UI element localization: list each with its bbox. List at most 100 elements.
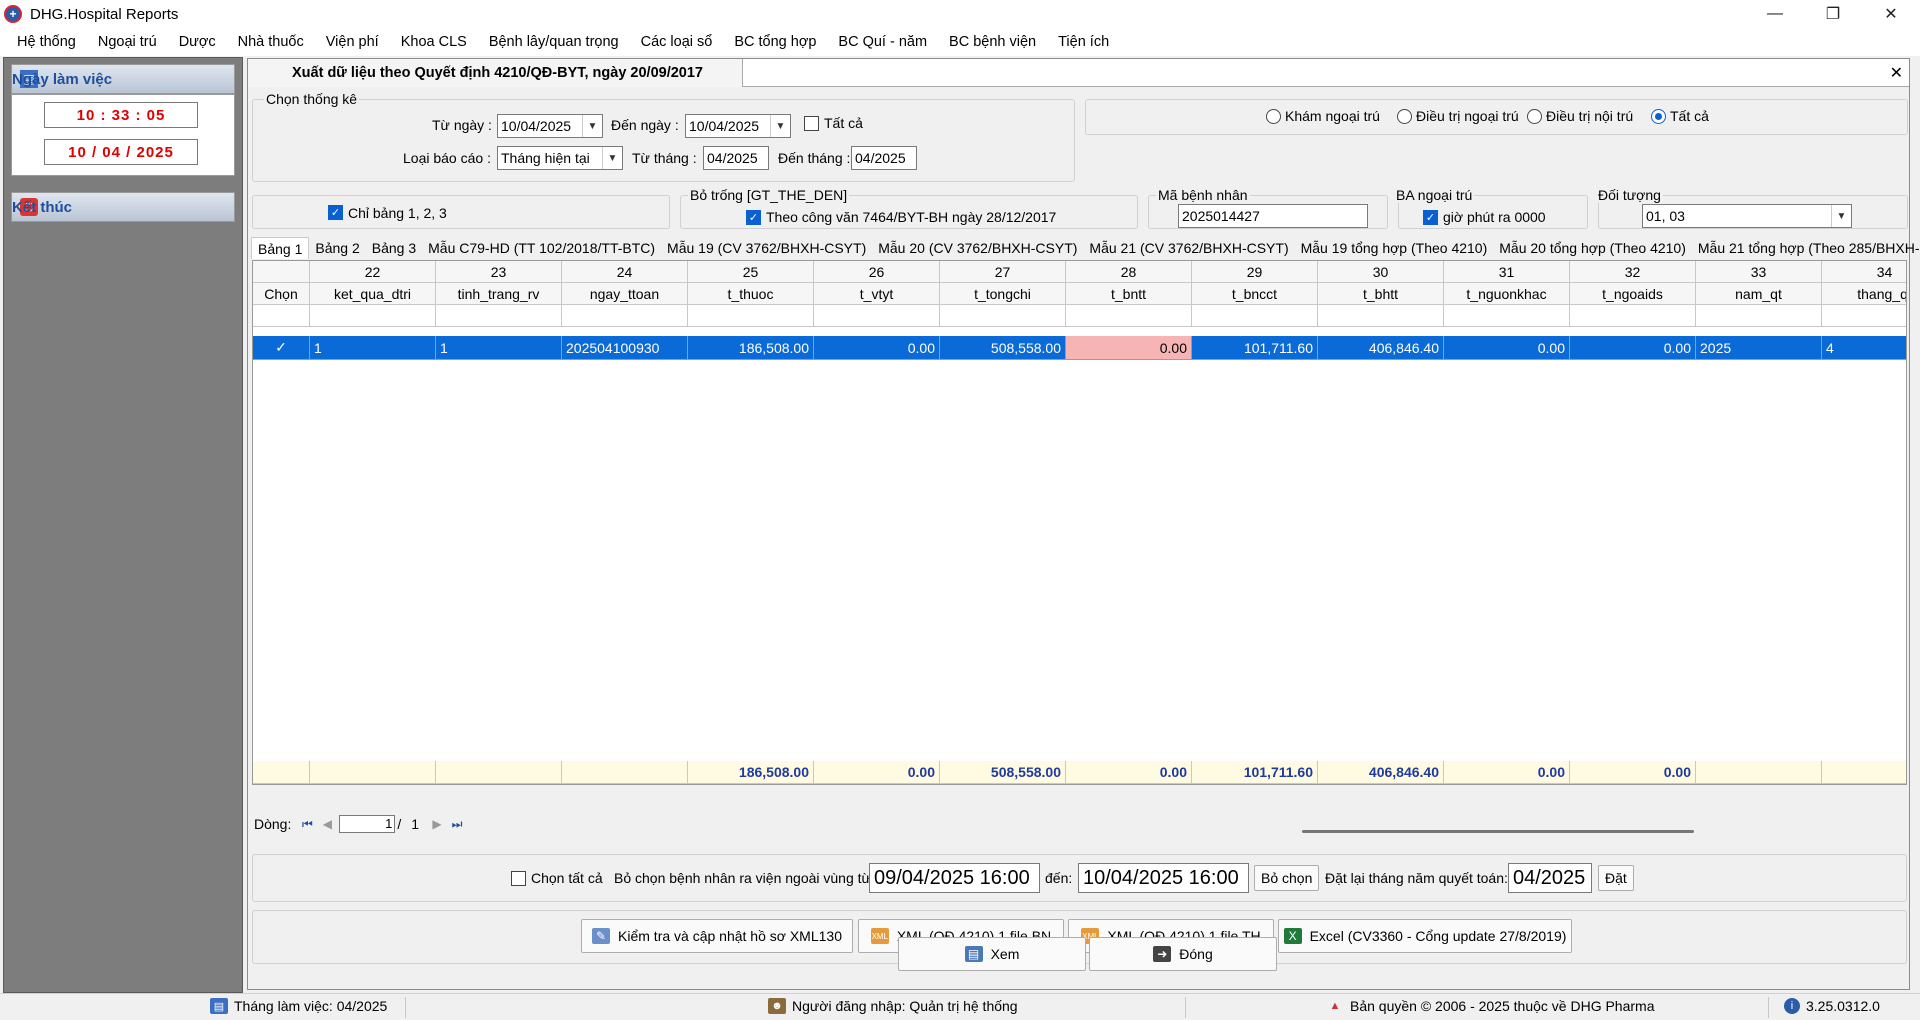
reset-month-input[interactable]: 04/2025 [1508, 863, 1592, 893]
menu-nha-thuoc[interactable]: Nhà thuốc [227, 34, 315, 50]
close-window-icon[interactable]: ✕ [1862, 0, 1920, 28]
patient-code-input[interactable]: 2025014427 [1178, 204, 1368, 228]
column-header[interactable]: t_ngoaids [1570, 283, 1696, 305]
only-tables-checkbox[interactable]: ✓ [328, 205, 343, 220]
table-row[interactable]: ✓ 1 1 202504100930 186,508.00 0.00 508,558.00 0… [253, 336, 1906, 360]
tab-bang-3[interactable]: Bảng 3 [366, 237, 422, 259]
column-header[interactable]: t_bncct [1192, 283, 1318, 305]
table-cell[interactable]: ✓ [253, 336, 310, 360]
deselect-button[interactable]: Bỏ chọn [1254, 865, 1320, 891]
table-cell[interactable]: 0.00 [1570, 336, 1696, 360]
filter-cell[interactable] [1570, 305, 1696, 327]
menu-duoc[interactable]: Dược [168, 34, 227, 50]
chevron-down-icon[interactable]: ▼ [770, 115, 790, 137]
filter-row[interactable] [253, 305, 1906, 327]
view-button[interactable]: ▤ Xem [898, 937, 1086, 971]
table-cell[interactable]: 0.00 [814, 336, 940, 360]
last-page-icon[interactable]: ⏭ [447, 815, 467, 833]
tab-mau-19[interactable]: Mẫu 19 (CV 3762/BHXH-CSYT) [661, 237, 872, 259]
set-button[interactable]: Đặt [1598, 865, 1634, 891]
column-header[interactable]: thang_qt [1822, 283, 1906, 305]
workday-header[interactable]: ▤ Ngày làm việc [11, 64, 235, 94]
filter-cell[interactable] [1696, 305, 1822, 327]
from-date-picker[interactable]: 10/04/2025 ▼ [497, 114, 603, 138]
chevron-down-icon[interactable]: ▼ [602, 147, 622, 169]
report-type-select[interactable]: Tháng hiện tại ▼ [497, 146, 623, 170]
page-number-input[interactable]: 1 [339, 815, 396, 833]
chevron-down-icon[interactable]: ▼ [1831, 205, 1851, 227]
check-update-xml130-button[interactable]: ✎ Kiểm tra và cập nhật hồ sơ XML130 [581, 919, 853, 953]
to-month-input[interactable]: 04/2025 [851, 146, 917, 170]
table-cell[interactable]: 406,846.40 [1318, 336, 1444, 360]
next-page-icon[interactable]: ▶ [427, 815, 447, 833]
column-header[interactable]: tinh_trang_rv [436, 283, 562, 305]
table-cell[interactable]: 1 [310, 336, 436, 360]
column-header[interactable]: t_thuoc [688, 283, 814, 305]
radio-tat-ca[interactable] [1651, 109, 1666, 124]
column-header[interactable]: ngay_ttoan [562, 283, 688, 305]
tab-mau-19-tong-hop[interactable]: Mẫu 19 tổng hợp (Theo 4210) [1295, 237, 1494, 259]
menu-he-thong[interactable]: Hệ thống [6, 34, 87, 50]
filter-cell[interactable] [310, 305, 436, 327]
subject-select[interactable]: 01, 03 ▼ [1642, 204, 1852, 228]
tab-mau-c79[interactable]: Mẫu C79-HD (TT 102/2018/TT-BTC) [422, 237, 661, 259]
table-cell[interactable]: 0.00 [1444, 336, 1570, 360]
exit-item[interactable]: ⏻ Kết thúc [11, 192, 235, 222]
column-header[interactable]: Chọn [253, 283, 310, 305]
close-tab-icon[interactable]: ✕ [1890, 63, 1903, 83]
filter-cell[interactable] [253, 305, 310, 327]
exclude-to-input[interactable]: 10/04/2025 16:00 [1078, 863, 1249, 893]
table-cell[interactable]: 186,508.00 [688, 336, 814, 360]
table-cell[interactable]: 101,711.60 [1192, 336, 1318, 360]
tab-bang-1[interactable]: Bảng 1 [251, 237, 310, 259]
filter-cell[interactable] [814, 305, 940, 327]
radio-kham-ngoai-tru[interactable] [1266, 109, 1281, 124]
filter-cell[interactable] [688, 305, 814, 327]
from-month-input[interactable]: 04/2025 [703, 146, 769, 170]
all-dates-checkbox[interactable] [804, 116, 819, 131]
tab-mau-21[interactable]: Mẫu 21 (CV 3762/BHXH-CSYT) [1083, 237, 1294, 259]
table-cell[interactable]: 508,558.00 [940, 336, 1066, 360]
menu-khoa-cls[interactable]: Khoa CLS [390, 34, 478, 50]
column-header[interactable]: t_bhtt [1318, 283, 1444, 305]
filter-cell[interactable] [940, 305, 1066, 327]
tab-bang-2[interactable]: Bảng 2 [309, 237, 365, 259]
outpatient-checkbox[interactable]: ✓ [1423, 210, 1438, 225]
tab-mau-20[interactable]: Mẫu 20 (CV 3762/BHXH-CSYT) [872, 237, 1083, 259]
menu-cac-loai-so[interactable]: Các loại sổ [630, 34, 724, 50]
horizontal-scrollbar[interactable] [1302, 830, 1694, 833]
first-page-icon[interactable]: ⏮ [297, 815, 317, 833]
close-button[interactable]: ➜ Đóng [1089, 937, 1277, 971]
radio-dieu-tri-noi-tru[interactable] [1527, 109, 1542, 124]
menu-tien-ich[interactable]: Tiện ích [1047, 34, 1120, 50]
select-all-checkbox[interactable] [511, 871, 526, 886]
chevron-down-icon[interactable]: ▼ [582, 115, 602, 137]
column-header[interactable]: ket_qua_dtri [310, 283, 436, 305]
menu-bc-benh-vien[interactable]: BC bệnh viện [938, 34, 1047, 50]
filter-cell[interactable] [1318, 305, 1444, 327]
filter-cell[interactable] [1444, 305, 1570, 327]
data-grid[interactable]: 22 23 24 25 26 27 28 29 30 31 32 33 34 Chọn ket_qua_d… [252, 260, 1907, 785]
column-header[interactable]: t_tongchi [940, 283, 1066, 305]
filter-cell[interactable] [1066, 305, 1192, 327]
restore-icon[interactable]: ❐ [1804, 0, 1862, 28]
filter-cell[interactable] [1822, 305, 1906, 327]
prev-page-icon[interactable]: ◀ [317, 815, 337, 833]
table-cell[interactable]: 1 [436, 336, 562, 360]
to-date-picker[interactable]: 10/04/2025 ▼ [685, 114, 791, 138]
column-header[interactable]: t_vtyt [814, 283, 940, 305]
blank-gt-the-den-checkbox[interactable]: ✓ [746, 210, 761, 225]
document-tab-title[interactable]: Xuất dữ liệu theo Quyết định 4210/QĐ-BYT… [248, 59, 743, 87]
menu-ngoai-tru[interactable]: Ngoại trú [87, 34, 168, 50]
table-cell[interactable]: 202504100930 [562, 336, 688, 360]
minimize-icon[interactable]: — [1746, 0, 1804, 28]
table-cell[interactable]: 4 [1822, 336, 1906, 360]
tab-mau-20-tong-hop[interactable]: Mẫu 20 tổng hợp (Theo 4210) [1493, 237, 1692, 259]
filter-cell[interactable] [436, 305, 562, 327]
table-cell[interactable]: 0.00 [1066, 336, 1192, 360]
table-cell[interactable]: 2025 [1696, 336, 1822, 360]
radio-dieu-tri-ngoai-tru[interactable] [1397, 109, 1412, 124]
menu-bc-qui-nam[interactable]: BC Quí - năm [827, 34, 938, 50]
column-header[interactable]: nam_qt [1696, 283, 1822, 305]
column-header[interactable]: t_nguonkhac [1444, 283, 1570, 305]
